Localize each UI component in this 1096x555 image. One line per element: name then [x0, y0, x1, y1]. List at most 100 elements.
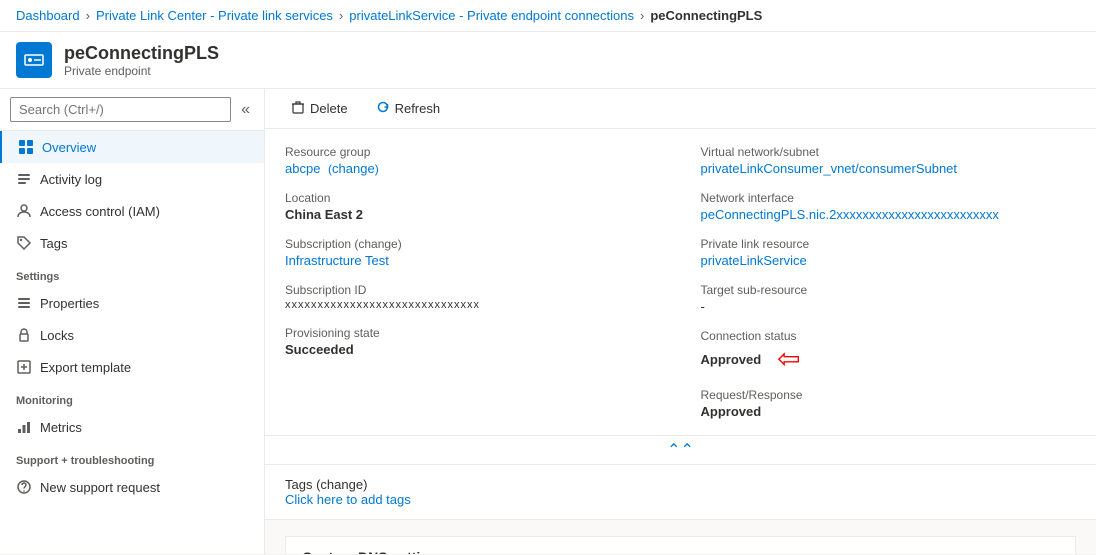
sidebar-item-overview[interactable]: Overview	[0, 131, 264, 163]
plr-label: Private link resource	[701, 237, 1077, 251]
vnet-label: Virtual network/subnet	[701, 145, 1077, 159]
monitoring-section-label: Monitoring	[0, 383, 264, 411]
delete-button[interactable]: Delete	[281, 95, 358, 122]
refresh-button[interactable]: Refresh	[366, 95, 451, 122]
breadcrumb: Dashboard › Private Link Center - Privat…	[0, 0, 1096, 32]
location-label: Location	[285, 191, 661, 205]
provisioning-label: Provisioning state	[285, 326, 661, 340]
properties-icon	[16, 295, 32, 311]
sidebar-item-iam-label: Access control (IAM)	[40, 204, 160, 219]
resource-icon	[16, 42, 52, 78]
activity-log-icon	[16, 171, 32, 187]
breadcrumb-connections[interactable]: privateLinkService - Private endpoint co…	[349, 8, 634, 23]
request-item: Request/Response Approved	[701, 388, 1077, 419]
location-item: Location China East 2	[285, 191, 661, 222]
support-section-label: Support + troubleshooting	[0, 443, 264, 471]
connection-status-label: Connection status	[701, 329, 1077, 343]
sidebar-item-export-template[interactable]: Export template	[0, 351, 264, 383]
subscription-id-value: xxxxxxxxxxxxxxxxxxxxxxxxxxxxxx	[285, 299, 661, 311]
sidebar-item-iam[interactable]: Access control (IAM)	[0, 195, 264, 227]
metrics-icon	[16, 419, 32, 435]
resource-group-value: abcpe (change)	[285, 161, 661, 176]
sidebar-item-tags-label: Tags	[40, 236, 67, 251]
delete-icon	[291, 100, 305, 117]
collapse-row[interactable]: ⌃⌃	[265, 436, 1096, 465]
support-icon	[16, 479, 32, 495]
breadcrumb-dashboard[interactable]: Dashboard	[16, 8, 80, 23]
sidebar-item-metrics[interactable]: Metrics	[0, 411, 264, 443]
breadcrumb-private-link[interactable]: Private Link Center - Private link servi…	[96, 8, 333, 23]
locks-icon	[16, 327, 32, 343]
breadcrumb-sep-1: ›	[86, 8, 90, 23]
detail-right-column: Virtual network/subnet privateLinkConsum…	[701, 145, 1077, 419]
plr-item: Private link resource privateLinkService	[701, 237, 1077, 268]
nic-link[interactable]: peConnectingPLS.nic.2xxxxxxxxxxxxxxxxxxx…	[701, 207, 999, 222]
nic-label: Network interface	[701, 191, 1077, 205]
iam-icon	[16, 203, 32, 219]
subscription-id-label: Subscription ID	[285, 283, 661, 297]
sidebar-item-overview-label: Overview	[42, 140, 96, 155]
breadcrumb-sep-3: ›	[640, 8, 644, 23]
request-label: Request/Response	[701, 388, 1077, 402]
overview-icon	[18, 139, 34, 155]
sidebar-item-properties-label: Properties	[40, 296, 99, 311]
plr-link[interactable]: privateLinkService	[701, 253, 807, 268]
settings-section-label: Settings	[0, 259, 264, 287]
subscription-label: Subscription (change)	[285, 237, 661, 251]
delete-label: Delete	[310, 101, 348, 116]
resource-group-change[interactable]: (change)	[328, 162, 379, 176]
details-grid: Resource group abcpe (change) Location C…	[285, 145, 1076, 419]
connection-status-value: Approved	[701, 352, 762, 367]
refresh-label: Refresh	[395, 101, 441, 116]
page-header-text: peConnectingPLS Private endpoint	[64, 43, 219, 78]
subscription-value: Infrastructure Test	[285, 253, 661, 268]
nic-item: Network interface peConnectingPLS.nic.2x…	[701, 191, 1077, 222]
sidebar-nav: Overview Activity log	[0, 131, 264, 554]
target-item: Target sub-resource -	[701, 283, 1077, 314]
refresh-icon	[376, 100, 390, 117]
plr-value: privateLinkService	[701, 253, 1077, 268]
content-area: Delete Refresh Resource gro	[265, 89, 1096, 554]
provisioning-item: Provisioning state Succeeded	[285, 326, 661, 357]
sidebar-item-support[interactable]: New support request	[0, 471, 264, 503]
breadcrumb-current: peConnectingPLS	[650, 8, 762, 23]
sidebar-item-properties[interactable]: Properties	[0, 287, 264, 319]
sidebar-collapse-button[interactable]: «	[237, 99, 254, 121]
export-template-icon	[16, 359, 32, 375]
resource-group-link[interactable]: abcpe	[285, 161, 320, 176]
approved-arrow: ⇦	[777, 345, 800, 373]
sidebar-item-support-label: New support request	[40, 480, 160, 495]
subscription-item: Subscription (change) Infrastructure Tes…	[285, 237, 661, 268]
search-box: «	[0, 89, 264, 131]
tags-row: Tags (change) Click here to add tags	[265, 465, 1096, 520]
detail-resource-group: Resource group abcpe (change) Location C…	[285, 145, 661, 419]
sidebar-item-locks[interactable]: Locks	[0, 319, 264, 351]
tags-change-link[interactable]: change	[320, 477, 363, 492]
sidebar: « Overview	[0, 89, 265, 554]
resource-group-item: Resource group abcpe (change)	[285, 145, 661, 176]
dns-section: Custom DNS settings FQDN Private IP Not …	[285, 536, 1076, 554]
page-header: peConnectingPLS Private endpoint	[0, 32, 1096, 89]
sidebar-item-activity-log-label: Activity log	[40, 172, 102, 187]
vnet-link[interactable]: privateLinkConsumer_vnet/consumerSubnet	[701, 161, 958, 176]
subscription-id-item: Subscription ID xxxxxxxxxxxxxxxxxxxxxxxx…	[285, 283, 661, 311]
nic-value: peConnectingPLS.nic.2xxxxxxxxxxxxxxxxxxx…	[701, 207, 1077, 222]
page-subtitle: Private endpoint	[64, 64, 219, 78]
subscription-link[interactable]: Infrastructure Test	[285, 253, 389, 268]
request-value: Approved	[701, 404, 1077, 419]
resource-group-label: Resource group	[285, 145, 661, 159]
vnet-item: Virtual network/subnet privateLinkConsum…	[701, 145, 1077, 176]
connection-status-row: Approved ⇦	[701, 345, 1077, 373]
search-input[interactable]	[10, 97, 231, 122]
dns-section-title: Custom DNS settings	[286, 537, 1075, 554]
sidebar-item-locks-label: Locks	[40, 328, 74, 343]
main-layout: « Overview	[0, 89, 1096, 554]
sidebar-item-activity-log[interactable]: Activity log	[0, 163, 264, 195]
collapse-icon: ⌃⌃	[667, 440, 694, 460]
target-label: Target sub-resource	[701, 283, 1077, 297]
tags-add-link[interactable]: Click here to add tags	[285, 492, 411, 507]
provisioning-value: Succeeded	[285, 342, 661, 357]
target-value: -	[701, 299, 1077, 314]
details-panel: Resource group abcpe (change) Location C…	[265, 129, 1096, 436]
sidebar-item-tags[interactable]: Tags	[0, 227, 264, 259]
